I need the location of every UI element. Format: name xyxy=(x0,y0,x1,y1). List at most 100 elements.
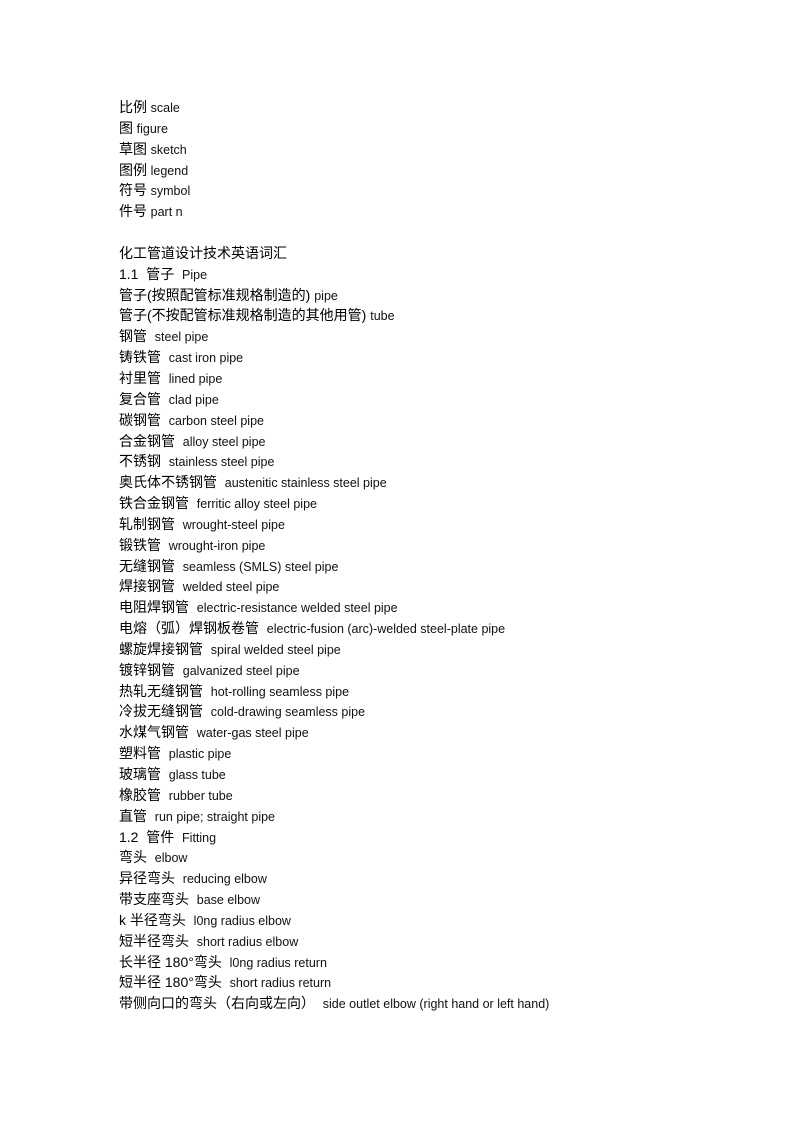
term-chinese: 弯头 xyxy=(119,849,155,866)
term-chinese: 比例 xyxy=(119,99,147,115)
glossary-entry: 铁合金钢管 ferritic alloy steel pipe xyxy=(119,493,759,514)
glossary-entry: 橡胶管 rubber tube xyxy=(119,785,759,806)
term-chinese: 化工管道设计技术英语词汇 xyxy=(119,244,287,261)
term-chinese: 焊接钢管 xyxy=(119,578,183,595)
glossary-entry: 带侧向口的弯头（右向或左向） side outlet elbow (right … xyxy=(119,993,759,1014)
term-english: run pipe; straight pipe xyxy=(154,809,275,824)
term-chinese: 带侧向口的弯头（右向或左向） xyxy=(119,995,323,1012)
term-english: plastic pipe xyxy=(168,747,232,762)
term-english: hot-rolling seamless pipe xyxy=(210,684,350,699)
term-english: symbol xyxy=(150,184,191,199)
glossary-entry: 塑料管 plastic pipe xyxy=(119,743,759,764)
term-chinese: 合金钢管 xyxy=(119,432,183,449)
term-english: carbon steel pipe xyxy=(168,413,264,428)
term-english: l0ng radius return xyxy=(229,955,327,970)
term-chinese: 铸铁管 xyxy=(119,349,169,366)
term-chinese: 带支座弯头 xyxy=(119,891,197,908)
glossary-entry: 镀锌钢管 galvanized steel pipe xyxy=(119,660,759,681)
term-english: part n xyxy=(150,205,183,220)
term-chinese: 短半径 180°弯头 xyxy=(119,974,230,991)
glossary-entry: 玻璃管 glass tube xyxy=(119,764,759,785)
term-chinese: 橡胶管 xyxy=(119,786,169,803)
glossary-entry: 铸铁管 cast iron pipe xyxy=(119,347,759,368)
term-chinese: 短半径弯头 xyxy=(119,932,197,949)
glossary-entry: 螺旋焊接钢管 spiral welded steel pipe xyxy=(119,639,759,660)
term-chinese: 图例 xyxy=(119,161,147,178)
term-chinese: 长半径 180°弯头 xyxy=(119,953,230,970)
term-english: clad pipe xyxy=(168,392,219,407)
term-english: wrought-steel pipe xyxy=(182,517,285,532)
term-chinese: 管子(按照配管标准规格制造的) xyxy=(119,286,315,303)
term-chinese: 钢管 xyxy=(119,328,155,345)
glossary-entry: 短半径 180°弯头 short radius return xyxy=(119,972,759,993)
glossary-entry: 焊接钢管 welded steel pipe xyxy=(119,576,759,597)
glossary-entry: 电阻焊钢管 electric-resistance welded steel p… xyxy=(119,597,759,618)
glossary-entry: 轧制钢管 wrought-steel pipe xyxy=(119,514,759,535)
glossary-entry: 符号 symbol xyxy=(119,180,759,201)
term-english: Fitting xyxy=(182,830,217,845)
term-chinese: 复合管 xyxy=(119,390,169,407)
term-chinese: 电熔（弧）焊钢板卷管 xyxy=(119,620,267,637)
term-chinese: 1.2 管件 xyxy=(119,828,183,845)
glossary-entry: 冷拔无缝钢管 cold-drawing seamless pipe xyxy=(119,701,759,722)
glossary-entry: 热轧无缝钢管 hot-rolling seamless pipe xyxy=(119,681,759,702)
term-english: lined pipe xyxy=(168,371,223,386)
term-english: rubber tube xyxy=(168,788,233,803)
glossary-entry: 衬里管 lined pipe xyxy=(119,368,759,389)
term-chinese: 件号 xyxy=(119,203,147,220)
term-chinese: 无缝钢管 xyxy=(119,557,183,574)
term-english: base elbow xyxy=(196,893,261,908)
glossary-entry: 图例 legend xyxy=(119,160,759,181)
term-chinese: 热轧无缝钢管 xyxy=(119,682,211,699)
glossary-entry: 1.2 管件 Fitting xyxy=(119,827,759,848)
term-chinese: 直管 xyxy=(119,807,155,824)
term-chinese: 管子(不按配管标准规格制造的其他用管) xyxy=(119,307,371,324)
term-chinese: 异径弯头 xyxy=(119,870,183,887)
glossary-entry: 水煤气钢管 water-gas steel pipe xyxy=(119,722,759,743)
term-chinese: 草图 xyxy=(119,140,147,157)
glossary-entry: 锻铁管 wrought-iron pipe xyxy=(119,535,759,556)
term-chinese: 水煤气钢管 xyxy=(119,724,197,741)
glossary-entry: 管子(按照配管标准规格制造的) pipe xyxy=(119,285,759,306)
term-chinese: 1.1 管子 xyxy=(119,265,183,282)
term-chinese: 玻璃管 xyxy=(119,766,169,782)
glossary-entry: 弯头 elbow xyxy=(119,847,759,868)
term-english: austenitic stainless steel pipe xyxy=(224,476,387,491)
term-english: legend xyxy=(150,163,189,178)
term-chinese: 锻铁管 xyxy=(119,536,169,553)
glossary-entry: 异径弯头 reducing elbow xyxy=(119,868,759,889)
glossary-entry: 件号 part n xyxy=(119,201,759,222)
term-chinese: 符号 xyxy=(119,182,147,199)
glossary-entry: 化工管道设计技术英语词汇 xyxy=(119,243,759,264)
term-english: water-gas steel pipe xyxy=(196,726,309,741)
term-english: electric-resistance welded steel pipe xyxy=(196,601,398,616)
term-english: stainless steel pipe xyxy=(168,455,275,470)
glossary-entry: 图 figure xyxy=(119,118,759,139)
term-english: l0ng radius elbow xyxy=(193,913,291,928)
term-chinese: 螺旋焊接钢管 xyxy=(119,640,211,657)
term-english: glass tube xyxy=(168,768,226,782)
term-english: steel pipe xyxy=(154,330,209,345)
term-english: elbow xyxy=(154,851,188,866)
glossary-entry: 电熔（弧）焊钢板卷管 electric-fusion (arc)-welded … xyxy=(119,618,759,639)
glossary-entry: 短半径弯头 short radius elbow xyxy=(119,931,759,952)
symbols-glossary: 比例 scale 图 figure 草图 sketch 图例 legend 符号 sym… xyxy=(119,97,759,222)
term-english: short radius return xyxy=(229,976,332,991)
term-chinese: k 半径弯头 xyxy=(119,911,194,928)
glossary-entry: 复合管 clad pipe xyxy=(119,389,759,410)
glossary-entry: 钢管 steel pipe xyxy=(119,326,759,347)
term-english: pipe xyxy=(314,288,338,303)
glossary-entry: 1.1 管子 Pipe xyxy=(119,264,759,285)
term-english: spiral welded steel pipe xyxy=(210,642,341,657)
term-english: alloy steel pipe xyxy=(182,434,266,449)
term-english: seamless (SMLS) steel pipe xyxy=(182,559,339,574)
term-english: short radius elbow xyxy=(196,934,299,949)
term-english: sketch xyxy=(150,142,187,157)
term-english: reducing elbow xyxy=(182,872,267,887)
glossary-entry: 比例 scale xyxy=(119,97,759,118)
term-english: tube xyxy=(370,309,395,324)
term-english: electric-fusion (arc)-welded steel-plate… xyxy=(266,622,506,637)
glossary-entry: k 半径弯头 l0ng radius elbow xyxy=(119,910,759,931)
term-chinese: 图 xyxy=(119,119,133,136)
